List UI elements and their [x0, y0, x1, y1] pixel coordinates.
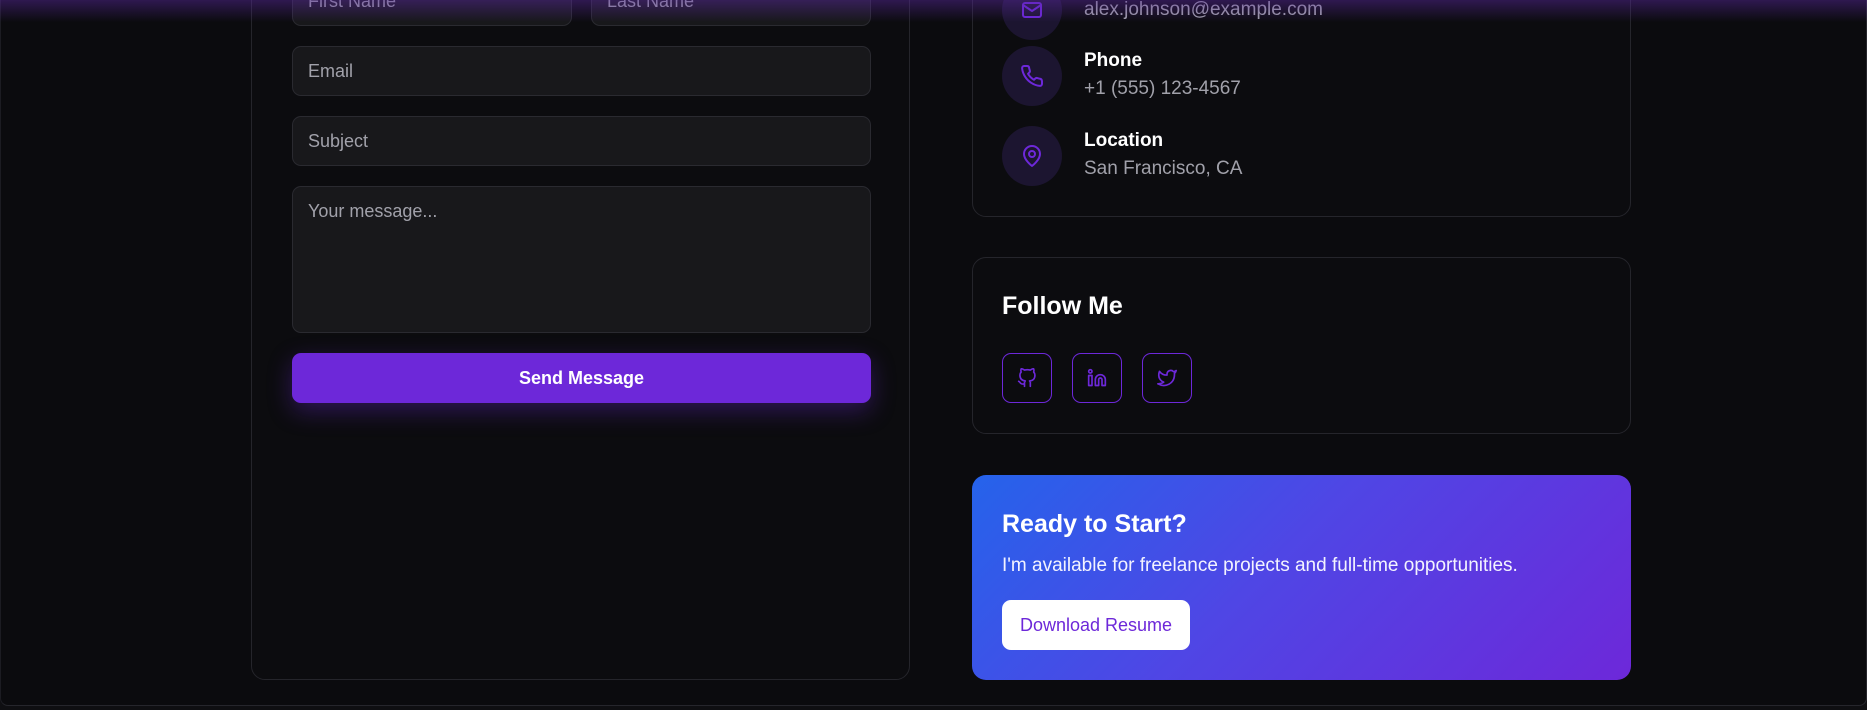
contact-phone-row: Phone +1 (555) 123-4567 [1002, 46, 1241, 106]
contact-email-value[interactable]: alex.johnson@example.com [1084, 0, 1323, 25]
linkedin-link[interactable] [1072, 353, 1122, 403]
contact-location-row: Location San Francisco, CA [1002, 126, 1242, 186]
github-link[interactable] [1002, 353, 1052, 403]
subject-input[interactable] [292, 116, 871, 166]
send-message-button[interactable]: Send Message [292, 353, 871, 403]
cta-description: I'm available for freelance projects and… [1002, 555, 1518, 576]
linkedin-icon [1087, 368, 1107, 387]
email-input[interactable] [292, 46, 871, 96]
map-pin-icon [1002, 126, 1062, 186]
phone-icon [1002, 46, 1062, 106]
last-name-input[interactable] [591, 0, 871, 26]
follow-title: Follow Me [1002, 292, 1123, 320]
github-icon [1017, 368, 1036, 388]
contact-location-label: Location [1084, 130, 1164, 151]
mail-icon [1002, 0, 1062, 40]
twitter-link[interactable] [1142, 353, 1192, 403]
download-resume-button[interactable]: Download Resume [1002, 600, 1190, 650]
contact-form-card [251, 0, 910, 680]
contact-email-row: alex.johnson@example.com [1002, 0, 1323, 40]
contact-phone-label: Phone [1084, 50, 1143, 71]
message-textarea[interactable] [292, 186, 871, 333]
first-name-input[interactable] [292, 0, 572, 26]
follow-card [972, 257, 1631, 434]
cta-title: Ready to Start? [1002, 510, 1187, 538]
contact-phone-value[interactable]: +1 (555) 123-4567 [1084, 74, 1241, 104]
contact-location-value: San Francisco, CA [1084, 158, 1243, 179]
twitter-icon [1157, 369, 1177, 387]
